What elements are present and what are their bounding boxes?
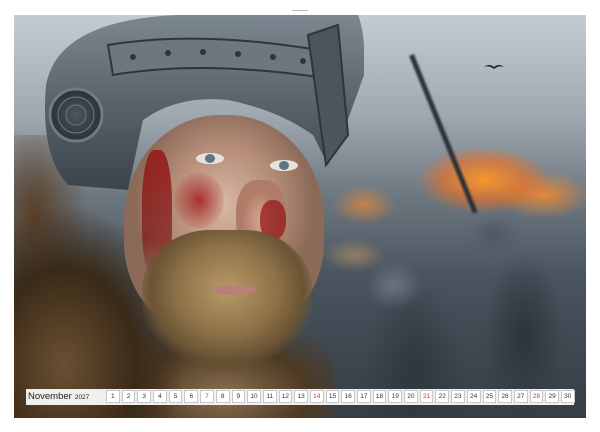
year-label: 2027 bbox=[74, 394, 90, 401]
day-cell: 28 bbox=[529, 390, 544, 403]
helmet bbox=[44, 15, 364, 190]
day-cell: 27 bbox=[513, 390, 528, 403]
day-cell: 26 bbox=[498, 390, 512, 403]
day-cell: 10 bbox=[247, 390, 261, 403]
day-cell: 21 bbox=[419, 390, 434, 403]
day-cell: 12 bbox=[278, 390, 293, 403]
day-cell: 8 bbox=[215, 390, 230, 403]
day-cell: 16 bbox=[341, 390, 355, 403]
calendar-strip: November 2027 1 2 3 4 5 6 7 8 9 10 11 12 13 14 15 16 17 18… bbox=[26, 389, 575, 405]
day-cell: 18 bbox=[372, 390, 387, 403]
day-cell: 23 bbox=[451, 390, 465, 403]
day-cell: 25 bbox=[482, 390, 497, 403]
day-cell: 19 bbox=[388, 390, 403, 403]
month-label: November 2027 bbox=[28, 390, 104, 404]
day-cell: 5 bbox=[168, 390, 183, 403]
blurred-warriors bbox=[294, 175, 586, 418]
day-cell: 7 bbox=[200, 390, 214, 403]
day-cell: 3 bbox=[137, 390, 152, 403]
month-name: November bbox=[28, 391, 72, 402]
day-cell: 13 bbox=[294, 390, 308, 403]
mouth bbox=[212, 285, 256, 295]
day-cell: 17 bbox=[357, 390, 371, 403]
day-cell: 15 bbox=[325, 390, 340, 403]
day-cell: 14 bbox=[309, 390, 324, 403]
beard bbox=[142, 230, 312, 380]
day-cell: 2 bbox=[121, 390, 136, 403]
bird-icon bbox=[484, 65, 504, 69]
day-cell: 30 bbox=[560, 390, 575, 403]
day-cell: 6 bbox=[184, 390, 199, 403]
day-row: 1 2 3 4 5 6 7 8 9 10 11 12 13 14 15 16 17 18 19 20 21 22 23 24 2… bbox=[106, 390, 575, 403]
day-cell: 20 bbox=[404, 390, 418, 403]
day-cell: 24 bbox=[466, 390, 481, 403]
day-cell: 4 bbox=[153, 390, 167, 403]
day-cell: 1 bbox=[106, 390, 120, 403]
day-cell: 9 bbox=[231, 390, 246, 403]
viking-photo bbox=[14, 15, 586, 418]
day-cell: 22 bbox=[435, 390, 450, 403]
day-cell: 29 bbox=[545, 390, 559, 403]
day-cell: 11 bbox=[262, 390, 277, 403]
